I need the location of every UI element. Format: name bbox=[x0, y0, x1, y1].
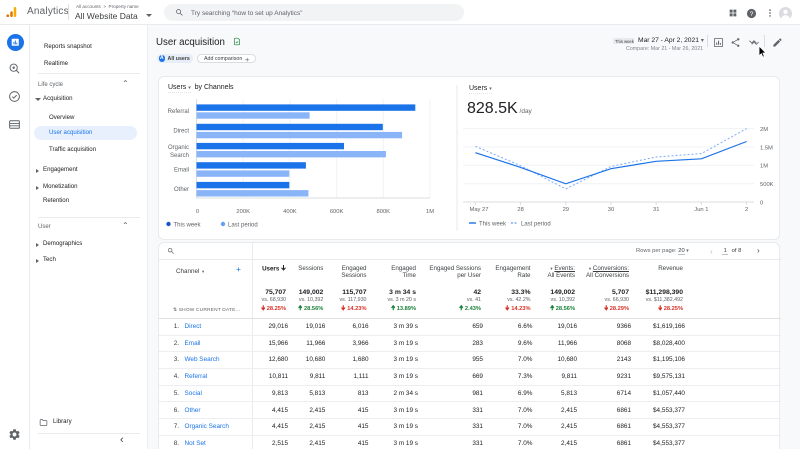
svg-text:2M: 2M bbox=[760, 127, 768, 133]
svg-text:?: ? bbox=[750, 11, 754, 18]
svg-text:Jun 1: Jun 1 bbox=[694, 207, 708, 213]
svg-text:600K: 600K bbox=[330, 209, 344, 215]
svg-text:Other: Other bbox=[174, 187, 189, 193]
svg-text:30: 30 bbox=[608, 207, 614, 213]
svg-text:28: 28 bbox=[517, 207, 523, 213]
svg-text:Organic: Organic bbox=[168, 145, 189, 151]
svg-text:1M: 1M bbox=[760, 164, 768, 170]
svg-text:0: 0 bbox=[760, 200, 763, 206]
svg-text:31: 31 bbox=[653, 207, 659, 213]
svg-text:Last period: Last period bbox=[228, 223, 258, 229]
svg-text:This week: This week bbox=[174, 223, 202, 229]
svg-text:Referral: Referral bbox=[168, 109, 189, 115]
svg-text:1.5M: 1.5M bbox=[760, 145, 773, 151]
svg-text:1M: 1M bbox=[426, 209, 434, 215]
svg-text:Direct: Direct bbox=[173, 129, 189, 135]
svg-text:This week: This week bbox=[479, 222, 507, 228]
svg-text:0: 0 bbox=[196, 209, 199, 215]
svg-text:Search: Search bbox=[170, 153, 189, 159]
svg-text:29: 29 bbox=[563, 207, 569, 213]
svg-text:800K: 800K bbox=[377, 209, 391, 215]
svg-text:200K: 200K bbox=[236, 209, 250, 215]
svg-text:Email: Email bbox=[174, 168, 189, 174]
svg-text:May 27: May 27 bbox=[469, 207, 488, 213]
svg-text:2: 2 bbox=[745, 207, 748, 213]
svg-text:500K: 500K bbox=[760, 182, 774, 188]
svg-text:400K: 400K bbox=[283, 209, 297, 215]
svg-text:Last period: Last period bbox=[521, 222, 551, 228]
